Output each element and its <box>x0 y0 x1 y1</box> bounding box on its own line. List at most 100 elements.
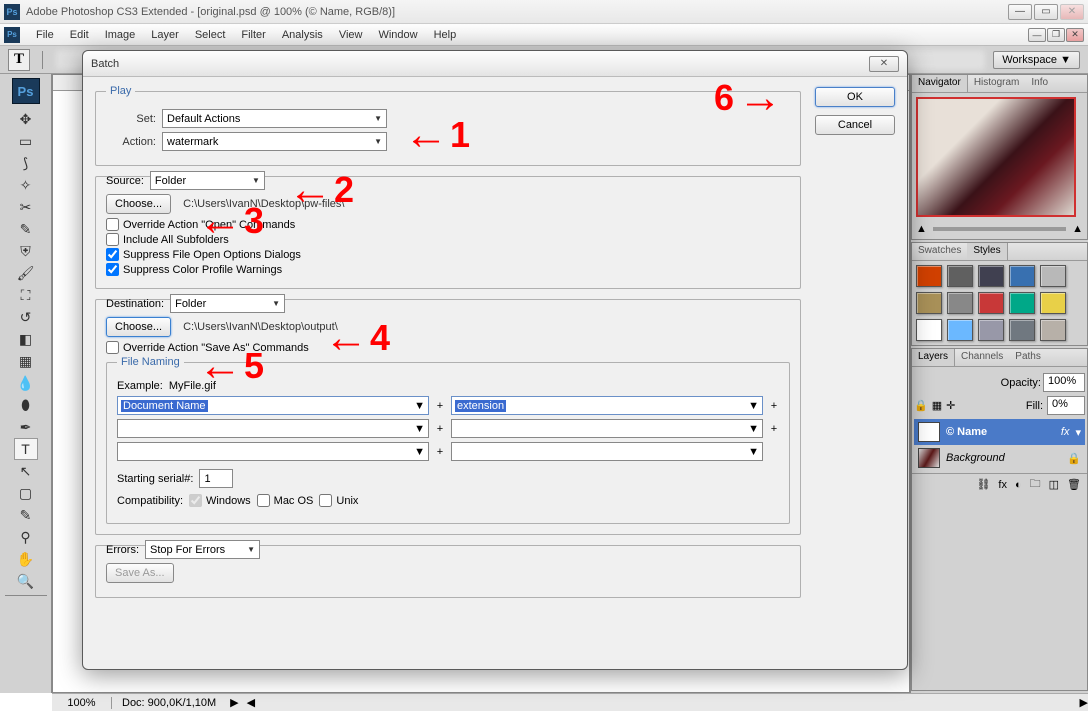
menu-analysis[interactable]: Analysis <box>274 27 331 43</box>
style-swatch[interactable] <box>1009 265 1035 287</box>
override-saveas-checkbox[interactable]: Override Action "Save As" Commands <box>106 341 790 354</box>
pen-tool[interactable]: ✒ <box>14 416 38 438</box>
dialog-close-button[interactable]: ✕ <box>869 56 899 72</box>
fill-value[interactable]: 0% <box>1047 396 1085 415</box>
menu-edit[interactable]: Edit <box>62 27 97 43</box>
hand-tool[interactable]: ✋ <box>14 548 38 570</box>
shape-tool[interactable]: ▢ <box>14 482 38 504</box>
menu-view[interactable]: View <box>331 27 371 43</box>
source-dropdown[interactable]: Folder▼ <box>150 171 265 190</box>
style-swatch[interactable] <box>916 319 942 341</box>
filename-field-1[interactable]: Document Name▼ <box>117 396 429 415</box>
menu-window[interactable]: Window <box>370 27 425 43</box>
eyedropper-tool[interactable]: ⚲ <box>14 526 38 548</box>
style-swatch[interactable] <box>978 319 1004 341</box>
ps-menu-icon[interactable]: Ps <box>4 27 20 43</box>
compat-unix-checkbox[interactable]: Unix <box>319 494 358 507</box>
marquee-tool[interactable]: ▭ <box>14 130 38 152</box>
set-dropdown[interactable]: Default Actions▼ <box>162 109 387 128</box>
menu-help[interactable]: Help <box>426 27 465 43</box>
ps-logo-tool[interactable]: Ps <box>12 78 40 104</box>
style-swatch[interactable] <box>916 265 942 287</box>
filename-field-4[interactable]: ▼ <box>451 419 763 438</box>
maximize-button[interactable]: ▭ <box>1034 4 1058 20</box>
style-swatch[interactable] <box>1009 292 1035 314</box>
filename-field-2[interactable]: extension▼ <box>451 396 763 415</box>
workspace-button[interactable]: Workspace ▼ <box>993 51 1080 69</box>
new-group-icon[interactable]: 🗀 <box>1030 475 1041 494</box>
tab-swatches[interactable]: Swatches <box>912 243 967 260</box>
blur-tool[interactable]: 💧 <box>14 372 38 394</box>
tab-histogram[interactable]: Histogram <box>968 75 1026 92</box>
override-open-checkbox[interactable]: Override Action "Open" Commands <box>106 218 790 231</box>
layer-fx-icon[interactable]: fx <box>1061 426 1070 438</box>
path-tool[interactable]: ↖ <box>14 460 38 482</box>
menu-image[interactable]: Image <box>97 27 144 43</box>
close-button[interactable]: ✕ <box>1060 4 1084 20</box>
style-swatch[interactable] <box>978 265 1004 287</box>
stamp-tool[interactable]: ⛶ <box>14 284 38 306</box>
suppress-open-checkbox[interactable]: Suppress File Open Options Dialogs <box>106 248 790 261</box>
zoom-in-icon[interactable]: ▲ <box>1072 223 1083 235</box>
slice-tool[interactable]: ✎ <box>14 218 38 240</box>
style-swatch[interactable] <box>1040 292 1066 314</box>
menu-file[interactable]: File <box>28 27 62 43</box>
link-layers-icon[interactable]: ⛓ <box>976 478 990 491</box>
tab-paths[interactable]: Paths <box>1009 349 1047 366</box>
style-swatch[interactable] <box>916 292 942 314</box>
lock-icon[interactable]: 🔒 <box>914 399 928 412</box>
errors-dropdown[interactable]: Stop For Errors▼ <box>145 540 260 559</box>
menu-select[interactable]: Select <box>187 27 234 43</box>
eraser-tool[interactable]: ◧ <box>14 328 38 350</box>
layer-row[interactable]: Background 🔒 <box>914 445 1085 471</box>
zoom-tool[interactable]: 🔍 <box>14 570 38 592</box>
doc-minimize-button[interactable]: — <box>1028 28 1046 42</box>
type-tool[interactable]: T <box>14 438 38 460</box>
destination-choose-button[interactable]: Choose... <box>106 317 171 337</box>
filename-field-3[interactable]: ▼ <box>117 419 429 438</box>
move-tool[interactable]: ✥ <box>14 108 38 130</box>
lock-position-icon[interactable]: ✛ <box>946 399 955 412</box>
chevron-down-icon[interactable]: ▾ <box>1075 426 1081 439</box>
zoom-status[interactable]: 100% <box>52 697 112 709</box>
wand-tool[interactable]: ✧ <box>14 174 38 196</box>
style-swatch[interactable] <box>947 292 973 314</box>
filename-field-6[interactable]: ▼ <box>451 442 763 461</box>
style-swatch[interactable] <box>1009 319 1035 341</box>
tab-styles[interactable]: Styles <box>967 243 1007 260</box>
style-swatch[interactable] <box>978 292 1004 314</box>
minimize-button[interactable]: — <box>1008 4 1032 20</box>
zoom-slider[interactable] <box>933 227 1066 231</box>
fx-icon[interactable]: fx <box>998 479 1007 491</box>
style-swatch[interactable] <box>1040 319 1066 341</box>
delete-layer-icon[interactable]: 🗑 <box>1067 478 1081 491</box>
heal-tool[interactable]: ⛨ <box>14 240 38 262</box>
tab-channels[interactable]: Channels <box>955 349 1009 366</box>
lasso-tool[interactable]: ⟆ <box>14 152 38 174</box>
tab-info[interactable]: Info <box>1025 75 1054 92</box>
cancel-button[interactable]: Cancel <box>815 115 895 135</box>
brush-tool[interactable]: 🖌 <box>14 262 38 284</box>
include-subfolders-checkbox[interactable]: Include All Subfolders <box>106 233 790 246</box>
navigator-thumbnail[interactable] <box>916 97 1076 217</box>
dodge-tool[interactable]: ⬮ <box>14 394 38 416</box>
action-dropdown[interactable]: watermark▼ <box>162 132 387 151</box>
compat-mac-checkbox[interactable]: Mac OS <box>257 494 314 507</box>
menu-filter[interactable]: Filter <box>233 27 273 43</box>
doc-restore-button[interactable]: ❐ <box>1047 28 1065 42</box>
suppress-color-checkbox[interactable]: Suppress Color Profile Warnings <box>106 263 790 276</box>
crop-tool[interactable]: ✂ <box>14 196 38 218</box>
opacity-value[interactable]: 100% <box>1043 373 1085 392</box>
zoom-out-icon[interactable]: ▲ <box>916 223 927 235</box>
notes-tool[interactable]: ✎ <box>14 504 38 526</box>
mask-icon[interactable]: ◐ <box>1015 479 1022 491</box>
ok-button[interactable]: OK <box>815 87 895 107</box>
style-swatch[interactable] <box>947 265 973 287</box>
dialog-titlebar[interactable]: Batch ✕ <box>83 51 907 77</box>
tab-navigator[interactable]: Navigator <box>912 75 968 92</box>
lock-pixels-icon[interactable]: ▦ <box>932 399 942 412</box>
filename-field-5[interactable]: ▼ <box>117 442 429 461</box>
destination-dropdown[interactable]: Folder▼ <box>170 294 285 313</box>
doc-close-button[interactable]: ✕ <box>1066 28 1084 42</box>
source-choose-button[interactable]: Choose... <box>106 194 171 214</box>
